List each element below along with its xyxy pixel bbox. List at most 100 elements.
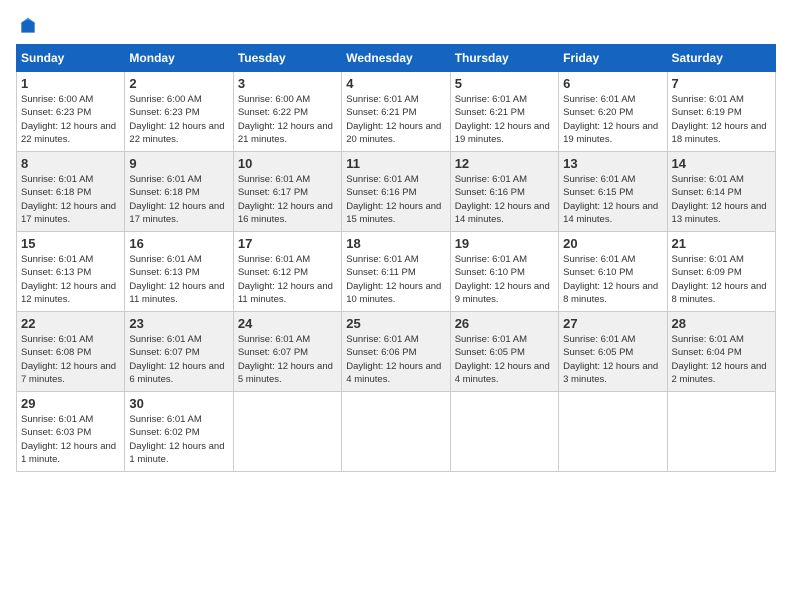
- day-cell: 4 Sunrise: 6:01 AMSunset: 6:21 PMDayligh…: [342, 72, 450, 152]
- day-number: 21: [672, 236, 771, 251]
- column-header-saturday: Saturday: [667, 45, 775, 72]
- day-detail: Sunrise: 6:01 AMSunset: 6:17 PMDaylight:…: [238, 174, 333, 225]
- day-detail: Sunrise: 6:01 AMSunset: 6:08 PMDaylight:…: [21, 334, 116, 385]
- day-detail: Sunrise: 6:01 AMSunset: 6:07 PMDaylight:…: [129, 334, 224, 385]
- logo: [16, 16, 38, 36]
- day-cell: 15 Sunrise: 6:01 AMSunset: 6:13 PMDaylig…: [17, 232, 125, 312]
- day-number: 14: [672, 156, 771, 171]
- day-cell: 25 Sunrise: 6:01 AMSunset: 6:06 PMDaylig…: [342, 312, 450, 392]
- day-number: 8: [21, 156, 120, 171]
- column-header-sunday: Sunday: [17, 45, 125, 72]
- week-row-5: 29 Sunrise: 6:01 AMSunset: 6:03 PMDaylig…: [17, 392, 776, 472]
- day-cell: 29 Sunrise: 6:01 AMSunset: 6:03 PMDaylig…: [17, 392, 125, 472]
- day-number: 26: [455, 316, 554, 331]
- day-number: 9: [129, 156, 228, 171]
- day-cell: 28 Sunrise: 6:01 AMSunset: 6:04 PMDaylig…: [667, 312, 775, 392]
- column-header-thursday: Thursday: [450, 45, 558, 72]
- day-cell: 6 Sunrise: 6:01 AMSunset: 6:20 PMDayligh…: [559, 72, 667, 152]
- calendar: SundayMondayTuesdayWednesdayThursdayFrid…: [16, 44, 776, 472]
- day-cell: 21 Sunrise: 6:01 AMSunset: 6:09 PMDaylig…: [667, 232, 775, 312]
- day-detail: Sunrise: 6:01 AMSunset: 6:11 PMDaylight:…: [346, 254, 441, 305]
- header: [16, 16, 776, 36]
- day-detail: Sunrise: 6:00 AMSunset: 6:23 PMDaylight:…: [21, 94, 116, 145]
- day-cell: 1 Sunrise: 6:00 AMSunset: 6:23 PMDayligh…: [17, 72, 125, 152]
- day-detail: Sunrise: 6:01 AMSunset: 6:05 PMDaylight:…: [563, 334, 658, 385]
- day-number: 24: [238, 316, 337, 331]
- day-cell: [342, 392, 450, 472]
- day-detail: Sunrise: 6:01 AMSunset: 6:18 PMDaylight:…: [129, 174, 224, 225]
- day-detail: Sunrise: 6:01 AMSunset: 6:10 PMDaylight:…: [455, 254, 550, 305]
- day-number: 15: [21, 236, 120, 251]
- day-cell: 11 Sunrise: 6:01 AMSunset: 6:16 PMDaylig…: [342, 152, 450, 232]
- day-cell: [667, 392, 775, 472]
- day-detail: Sunrise: 6:01 AMSunset: 6:21 PMDaylight:…: [455, 94, 550, 145]
- day-number: 6: [563, 76, 662, 91]
- logo-icon: [18, 16, 38, 36]
- day-cell: 3 Sunrise: 6:00 AMSunset: 6:22 PMDayligh…: [233, 72, 341, 152]
- day-number: 5: [455, 76, 554, 91]
- day-detail: Sunrise: 6:01 AMSunset: 6:16 PMDaylight:…: [455, 174, 550, 225]
- day-number: 30: [129, 396, 228, 411]
- day-detail: Sunrise: 6:01 AMSunset: 6:05 PMDaylight:…: [455, 334, 550, 385]
- day-number: 18: [346, 236, 445, 251]
- week-row-4: 22 Sunrise: 6:01 AMSunset: 6:08 PMDaylig…: [17, 312, 776, 392]
- day-cell: 7 Sunrise: 6:01 AMSunset: 6:19 PMDayligh…: [667, 72, 775, 152]
- day-cell: 10 Sunrise: 6:01 AMSunset: 6:17 PMDaylig…: [233, 152, 341, 232]
- day-cell: 14 Sunrise: 6:01 AMSunset: 6:14 PMDaylig…: [667, 152, 775, 232]
- day-number: 17: [238, 236, 337, 251]
- day-number: 28: [672, 316, 771, 331]
- day-detail: Sunrise: 6:01 AMSunset: 6:19 PMDaylight:…: [672, 94, 767, 145]
- week-row-2: 8 Sunrise: 6:01 AMSunset: 6:18 PMDayligh…: [17, 152, 776, 232]
- day-detail: Sunrise: 6:01 AMSunset: 6:15 PMDaylight:…: [563, 174, 658, 225]
- day-cell: [559, 392, 667, 472]
- day-number: 7: [672, 76, 771, 91]
- day-number: 19: [455, 236, 554, 251]
- week-row-3: 15 Sunrise: 6:01 AMSunset: 6:13 PMDaylig…: [17, 232, 776, 312]
- day-cell: 17 Sunrise: 6:01 AMSunset: 6:12 PMDaylig…: [233, 232, 341, 312]
- day-cell: 8 Sunrise: 6:01 AMSunset: 6:18 PMDayligh…: [17, 152, 125, 232]
- day-cell: 27 Sunrise: 6:01 AMSunset: 6:05 PMDaylig…: [559, 312, 667, 392]
- day-cell: 24 Sunrise: 6:01 AMSunset: 6:07 PMDaylig…: [233, 312, 341, 392]
- day-detail: Sunrise: 6:01 AMSunset: 6:10 PMDaylight:…: [563, 254, 658, 305]
- column-header-monday: Monday: [125, 45, 233, 72]
- day-cell: 12 Sunrise: 6:01 AMSunset: 6:16 PMDaylig…: [450, 152, 558, 232]
- day-number: 11: [346, 156, 445, 171]
- day-cell: 5 Sunrise: 6:01 AMSunset: 6:21 PMDayligh…: [450, 72, 558, 152]
- day-number: 20: [563, 236, 662, 251]
- day-number: 1: [21, 76, 120, 91]
- day-detail: Sunrise: 6:00 AMSunset: 6:23 PMDaylight:…: [129, 94, 224, 145]
- day-cell: 22 Sunrise: 6:01 AMSunset: 6:08 PMDaylig…: [17, 312, 125, 392]
- day-cell: [450, 392, 558, 472]
- day-detail: Sunrise: 6:01 AMSunset: 6:20 PMDaylight:…: [563, 94, 658, 145]
- calendar-body: 1 Sunrise: 6:00 AMSunset: 6:23 PMDayligh…: [17, 72, 776, 472]
- column-header-tuesday: Tuesday: [233, 45, 341, 72]
- day-number: 13: [563, 156, 662, 171]
- day-detail: Sunrise: 6:01 AMSunset: 6:06 PMDaylight:…: [346, 334, 441, 385]
- day-detail: Sunrise: 6:01 AMSunset: 6:02 PMDaylight:…: [129, 414, 224, 465]
- day-cell: 13 Sunrise: 6:01 AMSunset: 6:15 PMDaylig…: [559, 152, 667, 232]
- day-cell: 23 Sunrise: 6:01 AMSunset: 6:07 PMDaylig…: [125, 312, 233, 392]
- calendar-header-row: SundayMondayTuesdayWednesdayThursdayFrid…: [17, 45, 776, 72]
- column-header-friday: Friday: [559, 45, 667, 72]
- day-cell: [233, 392, 341, 472]
- day-number: 4: [346, 76, 445, 91]
- day-cell: 26 Sunrise: 6:01 AMSunset: 6:05 PMDaylig…: [450, 312, 558, 392]
- day-number: 2: [129, 76, 228, 91]
- day-number: 25: [346, 316, 445, 331]
- day-detail: Sunrise: 6:01 AMSunset: 6:14 PMDaylight:…: [672, 174, 767, 225]
- day-number: 12: [455, 156, 554, 171]
- week-row-1: 1 Sunrise: 6:00 AMSunset: 6:23 PMDayligh…: [17, 72, 776, 152]
- day-detail: Sunrise: 6:01 AMSunset: 6:04 PMDaylight:…: [672, 334, 767, 385]
- day-number: 29: [21, 396, 120, 411]
- day-cell: 20 Sunrise: 6:01 AMSunset: 6:10 PMDaylig…: [559, 232, 667, 312]
- day-number: 16: [129, 236, 228, 251]
- day-number: 23: [129, 316, 228, 331]
- day-number: 3: [238, 76, 337, 91]
- day-number: 27: [563, 316, 662, 331]
- day-detail: Sunrise: 6:00 AMSunset: 6:22 PMDaylight:…: [238, 94, 333, 145]
- day-detail: Sunrise: 6:01 AMSunset: 6:18 PMDaylight:…: [21, 174, 116, 225]
- day-cell: 18 Sunrise: 6:01 AMSunset: 6:11 PMDaylig…: [342, 232, 450, 312]
- day-number: 10: [238, 156, 337, 171]
- day-detail: Sunrise: 6:01 AMSunset: 6:09 PMDaylight:…: [672, 254, 767, 305]
- day-cell: 2 Sunrise: 6:00 AMSunset: 6:23 PMDayligh…: [125, 72, 233, 152]
